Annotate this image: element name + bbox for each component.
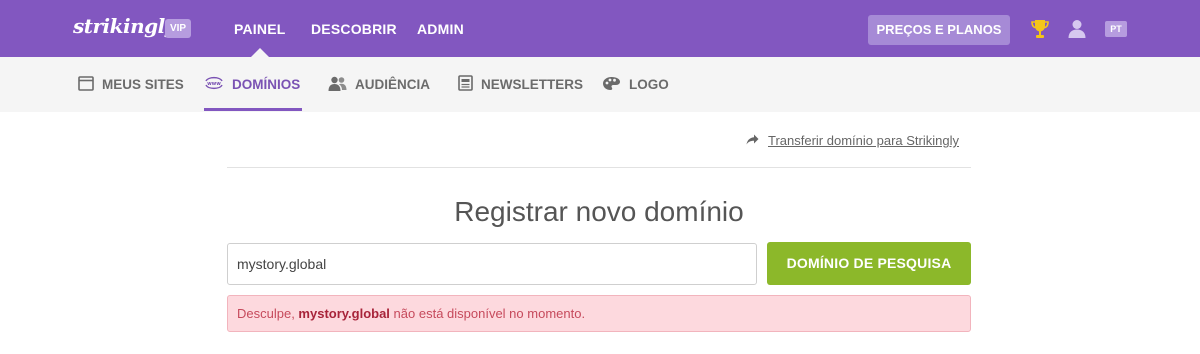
subnav-logo[interactable]: LOGO [602,57,669,112]
language-selector[interactable]: PT [1105,21,1127,37]
transfer-domain-link[interactable]: Transferir domínio para Strikingly [746,133,959,148]
active-nav-caret [251,48,269,57]
alert-suffix: não está disponível no momento. [389,306,586,321]
alert-prefix: Desculpe, [237,306,299,321]
subnav-audiencia[interactable]: AUDIÊNCIA [328,57,430,112]
vip-badge: VIP [165,19,191,38]
subnav-meus-sites[interactable]: MEUS SITES [78,57,184,112]
browser-window-icon [78,75,94,94]
subnav-label: DOMÍNIOS [232,77,301,92]
top-bar: strikingly VIP PAINEL DESCOBRIR ADMIN PR… [0,0,1200,57]
people-icon [328,76,347,94]
transfer-link-text: Transferir domínio para Strikingly [768,133,959,148]
strikingly-logo[interactable]: strikingly [73,14,176,38]
share-arrow-icon [746,133,759,148]
unavailable-alert: Desculpe, mystory.global não está dispon… [227,295,971,332]
newsletter-icon [458,75,473,94]
nav-descobrir[interactable]: DESCOBRIR [311,21,397,37]
domain-search-input[interactable] [227,243,757,285]
svg-text:www: www [207,81,221,87]
pricing-button[interactable]: PREÇOS E PLANOS [868,15,1010,45]
user-avatar-icon[interactable] [1068,19,1086,43]
subnav-dominios[interactable]: www DOMÍNIOS [204,57,300,112]
divider [227,167,971,168]
sub-navigation: MEUS SITES www DOMÍNIOS AUDIÊNCIA NEWSLE… [0,57,1200,112]
subnav-label: NEWSLETTERS [481,77,584,92]
alert-domain: mystory.global [298,306,390,321]
active-subnav-underline [204,108,302,111]
subnav-label: LOGO [629,77,669,92]
page-title: Registrar novo domínio [454,196,744,227]
palette-icon [602,76,621,94]
subnav-label: MEUS SITES [102,77,184,92]
trophy-icon[interactable] [1031,19,1049,44]
subnav-newsletters[interactable]: NEWSLETTERS [458,57,583,112]
search-domain-button[interactable]: DOMÍNIO DE PESQUISA [767,242,971,285]
subnav-label: AUDIÊNCIA [355,77,431,92]
nav-admin[interactable]: ADMIN [417,21,464,37]
nav-painel[interactable]: PAINEL [234,21,286,37]
www-globe-icon: www [204,75,224,94]
